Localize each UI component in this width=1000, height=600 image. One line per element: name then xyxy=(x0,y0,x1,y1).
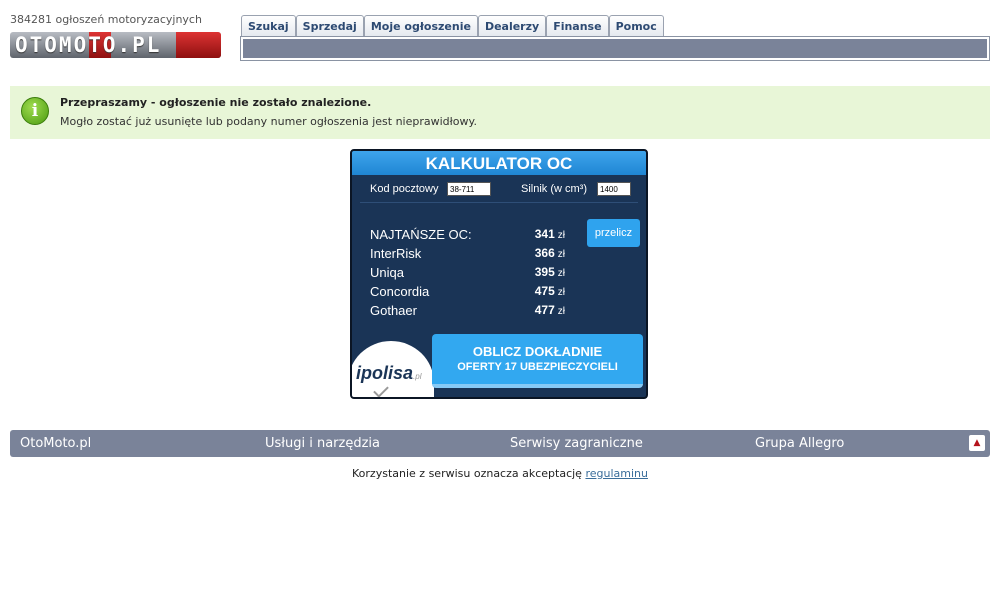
offer-price: 477 zł xyxy=(534,303,565,317)
offer-price: 395 zł xyxy=(534,265,565,279)
footer-link-uslugi[interactable]: Usługi i narzędzia xyxy=(265,436,380,451)
terms-notice: Korzystanie z serwisu oznacza akceptację… xyxy=(0,467,1000,480)
offer-name: Concordia xyxy=(370,284,430,299)
calculate-exact-button[interactable]: OBLICZ DOKŁADNIE OFERTY 17 UBEZPIECZYCIE… xyxy=(432,334,643,388)
offer-name: Gothaer xyxy=(370,303,417,318)
engine-label: Silnik (w cm³) xyxy=(521,183,587,195)
logo-accent-pl xyxy=(176,32,221,58)
offer-price: 341 zł xyxy=(534,227,565,241)
offer-price: 366 zł xyxy=(534,246,565,260)
ipolisa-brand: ipolisa.pl xyxy=(356,363,422,383)
main-nav: Szukaj Sprzedaj Moje ogłoszenie Dealerzy… xyxy=(241,15,664,37)
tab-pomoc[interactable]: Pomoc xyxy=(608,15,664,37)
recalculate-button[interactable]: przelicz xyxy=(587,219,640,247)
footer-link-otomoto[interactable]: OtoMoto.pl xyxy=(20,436,91,451)
not-found-message: i Przepraszamy - ogłoszenie nie zostało … xyxy=(10,86,990,139)
footer-link-serwisy[interactable]: Serwisy zagraniczne xyxy=(510,436,643,451)
calculator-form: Kod pocztowy Silnik (w cm³) xyxy=(360,175,638,203)
message-title: Przepraszamy - ogłoszenie nie zostało zn… xyxy=(60,96,372,109)
tab-moje-ogloszenie[interactable]: Moje ogłoszenie xyxy=(363,15,478,37)
tab-finanse[interactable]: Finanse xyxy=(546,15,609,37)
footer-link-allegro[interactable]: Grupa Allegro xyxy=(755,436,844,451)
tab-szukaj[interactable]: Szukaj xyxy=(241,15,296,37)
info-icon: i xyxy=(21,97,49,125)
arrow-up-icon[interactable]: ▲ xyxy=(969,435,985,451)
message-text: Mogło zostać już usunięte lub podany num… xyxy=(60,115,477,128)
offer-name: InterRisk xyxy=(370,246,422,261)
tab-dealerzy[interactable]: Dealerzy xyxy=(477,15,547,37)
listing-count: 384281 ogłoszeń motoryzacyjnych xyxy=(10,13,202,26)
ipolisa-logo[interactable]: ipolisa.pl xyxy=(352,341,434,397)
otomoto-logo[interactable]: OTOMOTO.PL xyxy=(10,32,221,58)
offer-name: NAJTAŃSZE OC: xyxy=(370,227,472,242)
terms-text: Korzystanie z serwisu oznacza akceptację xyxy=(352,467,582,480)
engine-input[interactable] xyxy=(597,182,631,196)
logo-text: OTOMOTO.PL xyxy=(15,33,162,57)
sub-nav-bar xyxy=(240,36,990,61)
postal-code-input[interactable] xyxy=(447,182,491,196)
offer-name: Uniqa xyxy=(370,265,404,280)
chevron-down-icon xyxy=(373,382,389,397)
postal-code-label: Kod pocztowy xyxy=(370,183,439,195)
footer-bar: OtoMoto.pl Usługi i narzędzia Serwisy za… xyxy=(10,430,990,457)
calculator-title: KALKULATOR OC xyxy=(352,151,646,175)
terms-link[interactable]: regulaminu xyxy=(585,467,648,480)
cta-line1: OBLICZ DOKŁADNIE xyxy=(472,344,603,359)
offer-price: 475 zł xyxy=(534,284,565,298)
tab-sprzedaj[interactable]: Sprzedaj xyxy=(295,15,364,37)
cta-line2: OFERTY 17 UBEZPIECZYCIELI xyxy=(457,361,618,373)
oc-calculator: KALKULATOR OC Kod pocztowy Silnik (w cm³… xyxy=(350,149,648,399)
